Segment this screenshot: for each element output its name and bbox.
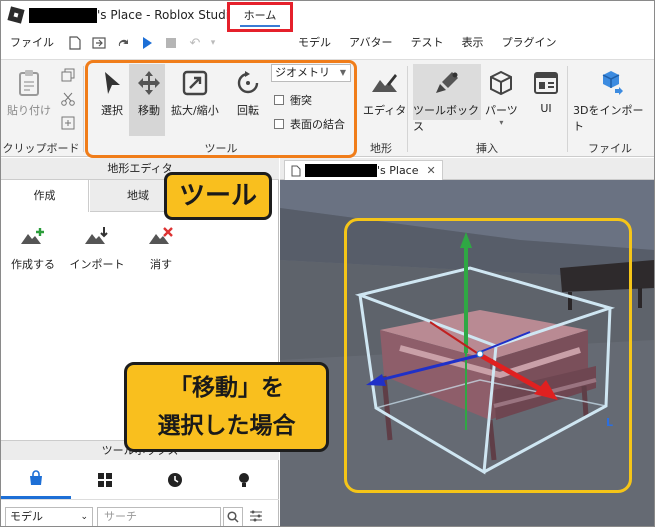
filter-icon[interactable] [249,510,263,525]
chevron-down-icon: ▾ [499,118,504,127]
terrain-editor-icon [370,68,400,98]
window-title: 's Place - Roblox Studio [97,8,237,22]
tab-marketplace[interactable] [1,460,71,499]
roblox-studio-logo [7,6,25,24]
paste-button[interactable]: 貼り付け [7,68,51,118]
undo-icon[interactable]: ↶ [183,29,207,57]
insert-group-label: 挿入 [476,142,498,155]
tab-create[interactable]: 作成 [1,180,89,212]
copy-icon[interactable] [61,68,75,85]
duplicate-icon[interactable] [61,116,75,133]
redo-arrow-icon[interactable] [111,29,135,57]
import-terrain-button[interactable]: インポート [69,222,125,272]
menu-avatar[interactable]: アバター [340,29,402,57]
toolbox-button[interactable]: ツールボックス [413,68,481,134]
generate-terrain-button[interactable]: 作成する [5,222,61,272]
place-document-tab[interactable]: 's Place ✕ [284,160,443,180]
menu-bar: ファイル ↶ ▾ モデル アバター テスト 表示 プラグイン [1,29,654,57]
studio-window: 's Place - Roblox Studio ファイル ↶ ▾ モデル アバ… [0,0,655,527]
move-callout: 「移動」を 選択した場合 [124,362,329,452]
chevron-down-icon: ⌄ [80,512,88,522]
grid-icon [98,472,113,487]
clock-icon [167,472,182,487]
play-icon[interactable] [135,29,159,57]
ui-window-icon [531,68,561,98]
title-bar: 's Place - Roblox Studio [1,1,654,29]
menu-model[interactable]: モデル [289,29,340,57]
menu-home-highlighted[interactable]: ホーム [227,2,293,32]
document-tab-bar: 's Place ✕ [280,158,654,180]
cube-icon [486,68,516,98]
stop-icon[interactable] [159,29,183,57]
parts-button[interactable]: パーツ ▾ [485,68,518,127]
generate-terrain-icon [19,222,47,250]
shopping-bag-icon [29,470,42,485]
selection-highlight-box [344,218,632,493]
clear-terrain-button[interactable]: 消す [133,222,189,272]
clear-terrain-icon [147,222,175,250]
menu-plugins[interactable]: プラグイン [493,29,566,57]
redacted-username [29,7,97,23]
file-group-label: ファイル [588,142,632,155]
tab-creations[interactable] [210,460,280,499]
toolbox-search-row: モデル ⌄ サーチ [1,506,279,526]
terrain-actions: 作成する インポート 消す [5,222,197,272]
import-3d-icon [596,68,626,98]
tab-recent[interactable] [140,460,210,499]
ribbon: 貼り付け クリップボード 選択 移動 拡大/縮小 回転 ジオメトリ ▼ 衝突 表… [1,59,654,158]
lightbulb-icon [239,472,250,487]
menu-home: ホーム [239,7,281,27]
tool-callout: ツール [164,172,272,220]
toolbox-tabs [1,460,279,500]
tab-inventory[interactable] [71,460,141,499]
cut-icon[interactable] [61,92,75,109]
search-icon[interactable] [223,507,243,526]
tools-group-highlight [85,60,357,158]
redacted-username [305,164,377,177]
close-icon[interactable]: ✕ [427,164,436,177]
toolbox-search-input[interactable]: サーチ [97,507,221,526]
ui-button[interactable]: UI [531,68,561,115]
document-icon [291,165,301,176]
chevron-down-icon[interactable]: ▾ [207,29,219,57]
publish-icon[interactable] [87,29,111,57]
terrain-group-label: 地形 [370,142,392,155]
new-file-icon[interactable] [63,29,87,57]
menu-test[interactable]: テスト [402,29,453,57]
menu-view[interactable]: 表示 [453,29,493,57]
clipboard-group-label: クリップボード [2,142,80,155]
clipboard-icon [14,68,44,98]
toolbox-icon [432,68,462,98]
import-3d-button[interactable]: 3Dをインポート [573,68,649,134]
category-select[interactable]: モデル ⌄ [5,507,93,526]
menu-file[interactable]: ファイル [1,29,63,57]
terrain-editor-button[interactable]: エディタ [363,68,406,118]
import-terrain-icon [83,222,111,250]
